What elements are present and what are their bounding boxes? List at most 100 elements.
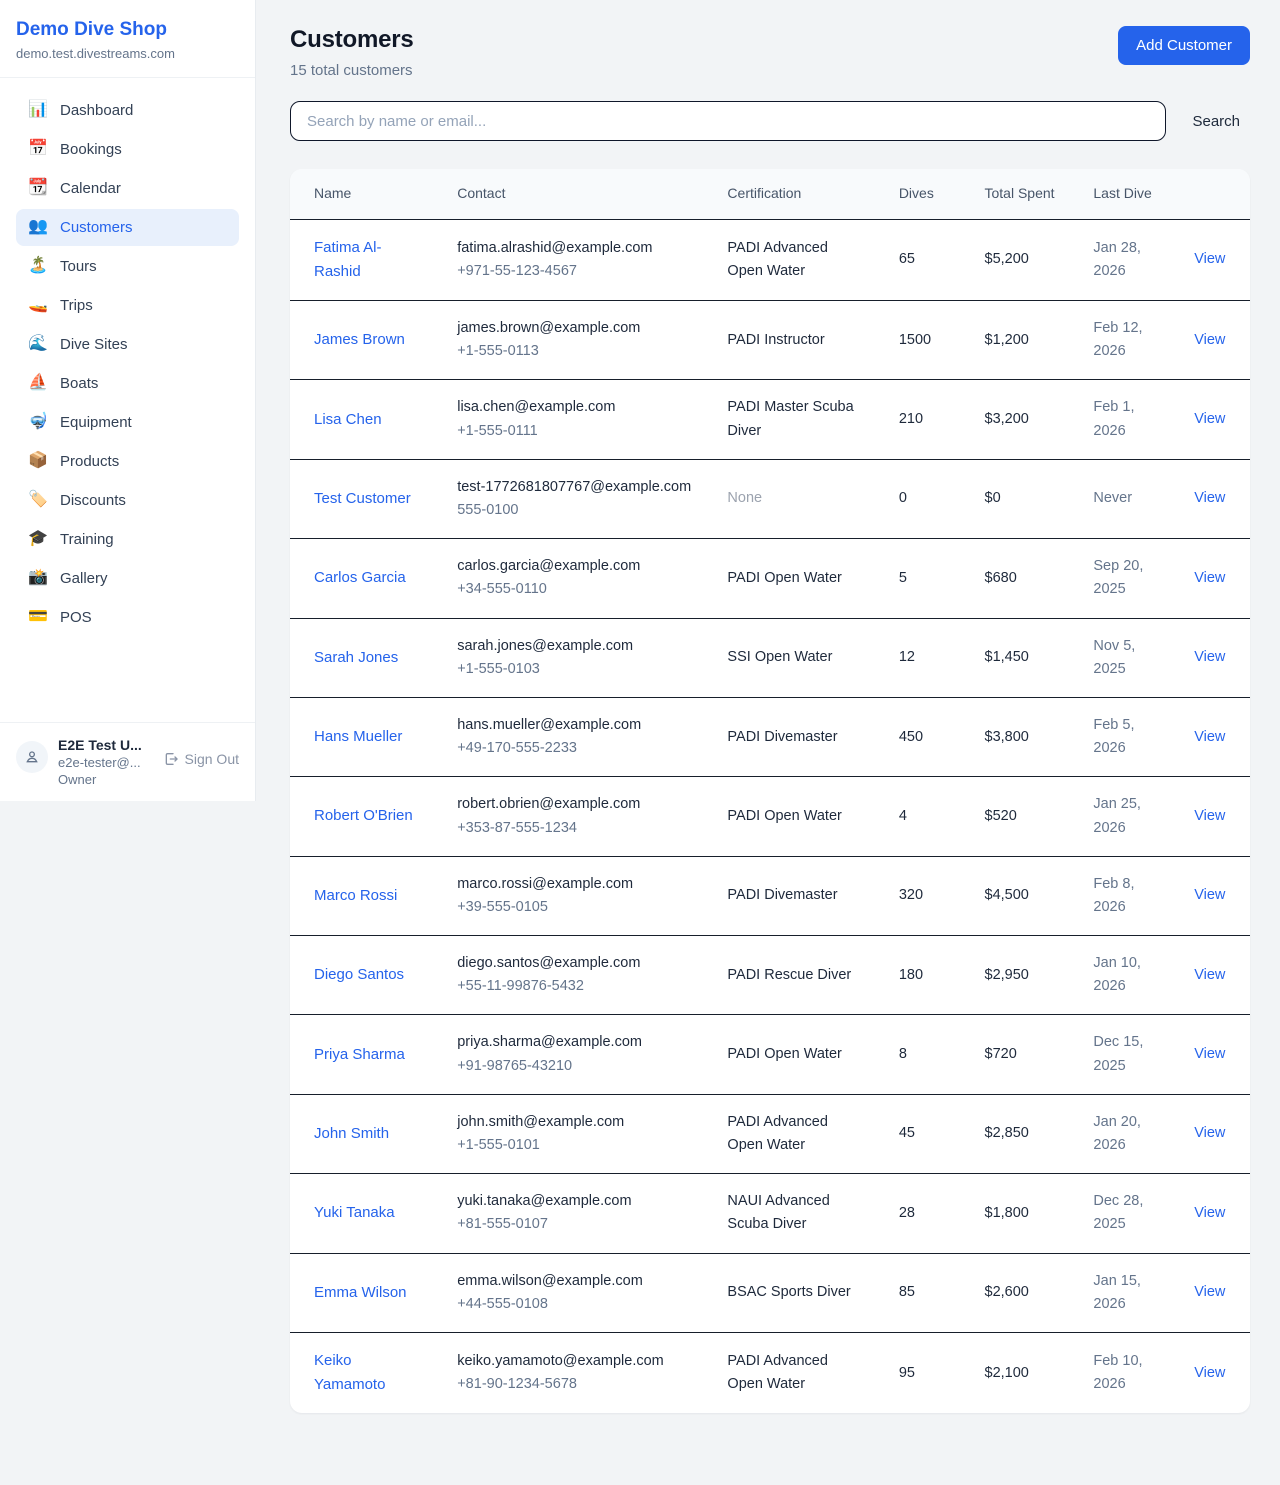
view-customer-link[interactable]: View xyxy=(1194,1125,1225,1141)
view-customer-link[interactable]: View xyxy=(1194,1365,1225,1381)
view-customer-link[interactable]: View xyxy=(1194,1205,1225,1221)
sign-out-button[interactable]: Sign Out xyxy=(163,751,239,767)
sidebar-item-label: Calendar xyxy=(60,180,121,197)
customer-total-spent: $1,200 xyxy=(969,301,1078,380)
sidebar-item-label: Equipment xyxy=(60,414,132,431)
customer-phone: +1-555-0101 xyxy=(457,1134,695,1157)
customer-phone: +1-555-0113 xyxy=(457,340,695,363)
view-customer-link[interactable]: View xyxy=(1194,649,1225,665)
package-icon: 📦 xyxy=(28,453,48,469)
customer-total-spent: $2,950 xyxy=(969,936,1078,1015)
sidebar-item-pos[interactable]: 💳 POS xyxy=(16,599,239,636)
sidebar-item-equipment[interactable]: 🤿 Equipment xyxy=(16,404,239,441)
sidebar-item-dashboard[interactable]: 📊 Dashboard xyxy=(16,92,239,129)
customer-phone: +81-555-0107 xyxy=(457,1213,695,1236)
column-header-dives: Dives xyxy=(883,169,969,219)
table-row: John Smith john.smith@example.com +1-555… xyxy=(290,1094,1250,1173)
customer-last-dive: Jan 10, 2026 xyxy=(1093,955,1141,994)
customer-name-link[interactable]: Robert O'Brien xyxy=(314,807,413,824)
table-row: Robert O'Brien robert.obrien@example.com… xyxy=(290,777,1250,856)
view-customer-link[interactable]: View xyxy=(1194,490,1225,506)
sidebar-item-boats[interactable]: ⛵ Boats xyxy=(16,365,239,402)
customer-name-link[interactable]: Hans Mueller xyxy=(314,728,402,745)
customer-certification: PADI Divemaster xyxy=(727,729,837,745)
view-customer-link[interactable]: View xyxy=(1194,1284,1225,1300)
customer-last-dive: Jan 20, 2026 xyxy=(1093,1114,1141,1153)
sidebar-item-discounts[interactable]: 🏷️ Discounts xyxy=(16,482,239,519)
sidebar-item-dive-sites[interactable]: 🌊 Dive Sites xyxy=(16,326,239,363)
table-header: Name Contact Certification Dives Total S… xyxy=(290,169,1250,219)
graduation-cap-icon: 🎓 xyxy=(28,531,48,547)
search-input[interactable] xyxy=(290,101,1166,141)
view-customer-link[interactable]: View xyxy=(1194,808,1225,824)
customer-name-link[interactable]: Carlos Garcia xyxy=(314,569,406,586)
customer-name-link[interactable]: Diego Santos xyxy=(314,966,404,983)
customer-name-link[interactable]: Fatima Al-Rashid xyxy=(314,239,382,280)
customer-last-dive: Feb 1, 2026 xyxy=(1093,399,1134,438)
logout-icon xyxy=(163,751,179,767)
customer-certification: None xyxy=(727,490,762,506)
view-customer-link[interactable]: View xyxy=(1194,332,1225,348)
customer-phone: +1-555-0111 xyxy=(457,420,695,443)
customer-phone: 555-0100 xyxy=(457,499,695,522)
customer-name-link[interactable]: Sarah Jones xyxy=(314,649,398,666)
sidebar-item-label: Gallery xyxy=(60,570,108,587)
column-header-total-spent: Total Spent xyxy=(969,169,1078,219)
customer-phone: +971-55-123-4567 xyxy=(457,260,695,283)
customer-certification: PADI Open Water xyxy=(727,1046,841,1062)
view-customer-link[interactable]: View xyxy=(1194,887,1225,903)
sidebar-item-customers[interactable]: 👥 Customers xyxy=(16,209,239,246)
sailboat-icon: ⛵ xyxy=(28,375,48,391)
customer-name-link[interactable]: Keiko Yamamoto xyxy=(314,1352,385,1393)
people-icon: 👥 xyxy=(28,219,48,235)
customer-dives: 180 xyxy=(883,936,969,1015)
table-row: Hans Mueller hans.mueller@example.com +4… xyxy=(290,697,1250,776)
customer-email: test-1772681807767@example.com xyxy=(457,476,695,499)
customer-phone: +353-87-555-1234 xyxy=(457,817,695,840)
customer-last-dive: Dec 28, 2025 xyxy=(1093,1193,1143,1232)
customer-total-spent: $2,600 xyxy=(969,1253,1078,1332)
add-customer-button[interactable]: Add Customer xyxy=(1118,26,1250,65)
user-name: E2E Test U... xyxy=(58,737,153,753)
customer-name-link[interactable]: Lisa Chen xyxy=(314,411,382,428)
view-customer-link[interactable]: View xyxy=(1194,411,1225,427)
customer-total-spent: $5,200 xyxy=(969,219,1078,300)
view-customer-link[interactable]: View xyxy=(1194,570,1225,586)
customer-name-link[interactable]: John Smith xyxy=(314,1125,389,1142)
speedboat-icon: 🚤 xyxy=(28,297,48,313)
view-customer-link[interactable]: View xyxy=(1194,251,1225,267)
customer-email: diego.santos@example.com xyxy=(457,952,695,975)
sidebar-item-trips[interactable]: 🚤 Trips xyxy=(16,287,239,324)
customer-name-link[interactable]: Test Customer xyxy=(314,490,411,507)
customer-last-dive: Feb 12, 2026 xyxy=(1093,320,1142,359)
search-button[interactable]: Search xyxy=(1166,113,1250,130)
customer-total-spent: $0 xyxy=(969,459,1078,538)
sidebar-item-label: Bookings xyxy=(60,141,122,158)
table-row: Marco Rossi marco.rossi@example.com +39-… xyxy=(290,856,1250,935)
view-customer-link[interactable]: View xyxy=(1194,967,1225,983)
customer-dives: 85 xyxy=(883,1253,969,1332)
sidebar-item-bookings[interactable]: 📅 Bookings xyxy=(16,131,239,168)
customer-email: marco.rossi@example.com xyxy=(457,873,695,896)
island-icon: 🏝️ xyxy=(28,258,48,274)
customer-name-link[interactable]: Yuki Tanaka xyxy=(314,1204,395,1221)
sidebar-item-calendar[interactable]: 📆 Calendar xyxy=(16,170,239,207)
sidebar-item-training[interactable]: 🎓 Training xyxy=(16,521,239,558)
table-row: Lisa Chen lisa.chen@example.com +1-555-0… xyxy=(290,380,1250,459)
customer-phone: +39-555-0105 xyxy=(457,896,695,919)
view-customer-link[interactable]: View xyxy=(1194,729,1225,745)
customer-email: fatima.alrashid@example.com xyxy=(457,237,695,260)
customer-email: lisa.chen@example.com xyxy=(457,396,695,419)
customer-name-link[interactable]: Marco Rossi xyxy=(314,887,397,904)
customer-name-link[interactable]: Priya Sharma xyxy=(314,1046,405,1063)
sidebar-item-tours[interactable]: 🏝️ Tours xyxy=(16,248,239,285)
customer-name-link[interactable]: James Brown xyxy=(314,331,405,348)
sidebar-item-products[interactable]: 📦 Products xyxy=(16,443,239,480)
column-header-contact: Contact xyxy=(441,169,711,219)
customer-total-spent: $1,800 xyxy=(969,1174,1078,1253)
customer-certification: BSAC Sports Diver xyxy=(727,1284,850,1300)
sidebar-item-label: Dive Sites xyxy=(60,336,128,353)
customer-name-link[interactable]: Emma Wilson xyxy=(314,1284,407,1301)
sidebar-item-gallery[interactable]: 📸 Gallery xyxy=(16,560,239,597)
view-customer-link[interactable]: View xyxy=(1194,1046,1225,1062)
